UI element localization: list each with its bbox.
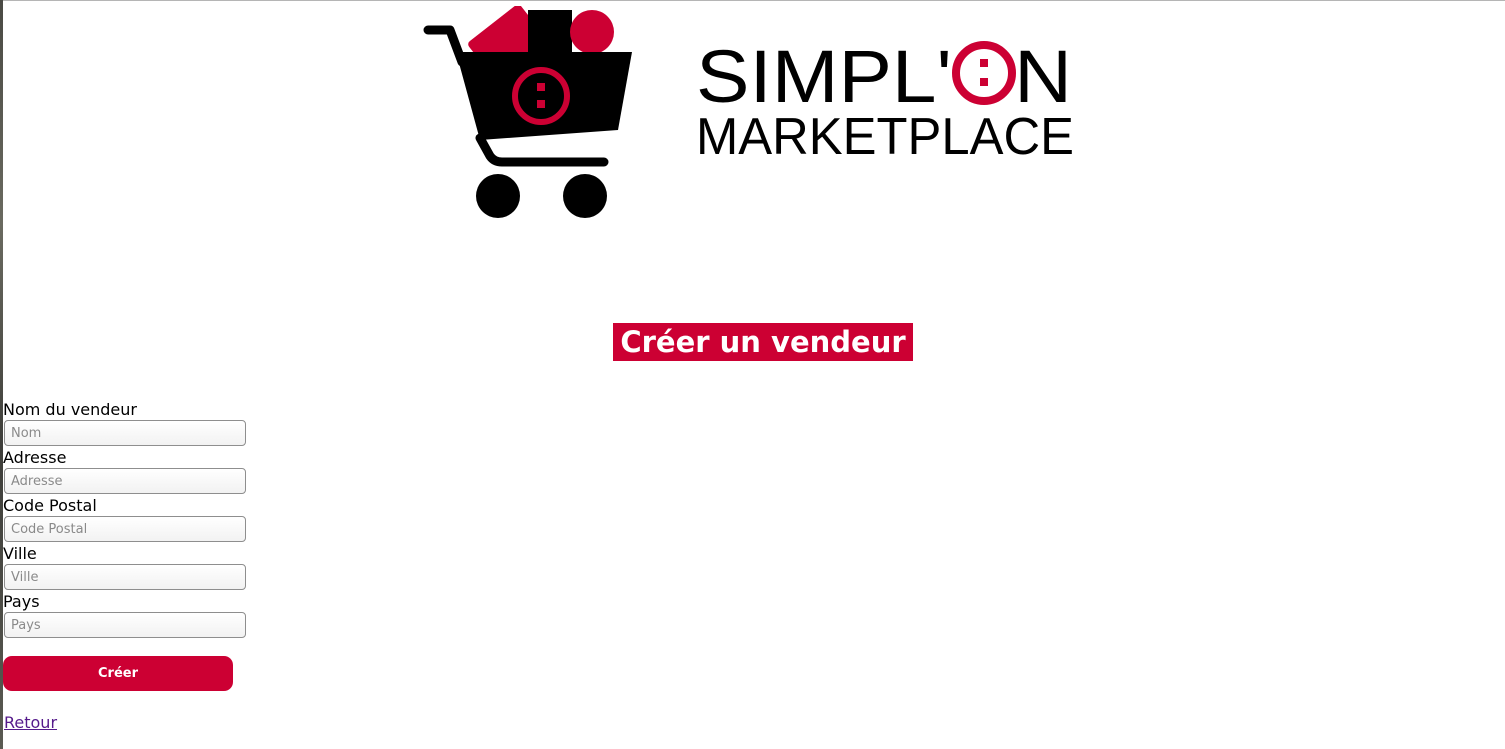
page-title-container: Créer un vendeur	[0, 323, 1505, 361]
postal-code-input[interactable]	[4, 516, 246, 542]
brand-o-emblem-icon	[950, 40, 1020, 106]
top-border	[0, 0, 1505, 1]
address-label: Adresse	[3, 448, 67, 467]
brand-logo: SIMPL'ON MARKETPLACE	[420, 6, 1080, 222]
brand-name-line2: MARKETPLACE	[696, 108, 1074, 166]
brand-logo-graphic: SIMPL'ON MARKETPLACE	[423, 6, 1074, 218]
country-input[interactable]	[4, 612, 246, 638]
city-label: Ville	[3, 544, 37, 563]
city-input[interactable]	[4, 564, 246, 590]
back-link[interactable]: Retour	[4, 713, 57, 732]
postal-code-label: Code Postal	[3, 496, 97, 515]
shopping-cart-logo-icon	[423, 6, 632, 218]
seller-name-input[interactable]	[4, 420, 246, 446]
page-title: Créer un vendeur	[613, 323, 913, 361]
seller-name-label: Nom du vendeur	[3, 400, 137, 419]
create-button[interactable]: Créer	[3, 656, 233, 691]
create-seller-form: Nom du vendeur Adresse Code Postal Ville…	[3, 400, 263, 691]
country-label: Pays	[3, 592, 40, 611]
address-input[interactable]	[4, 468, 246, 494]
